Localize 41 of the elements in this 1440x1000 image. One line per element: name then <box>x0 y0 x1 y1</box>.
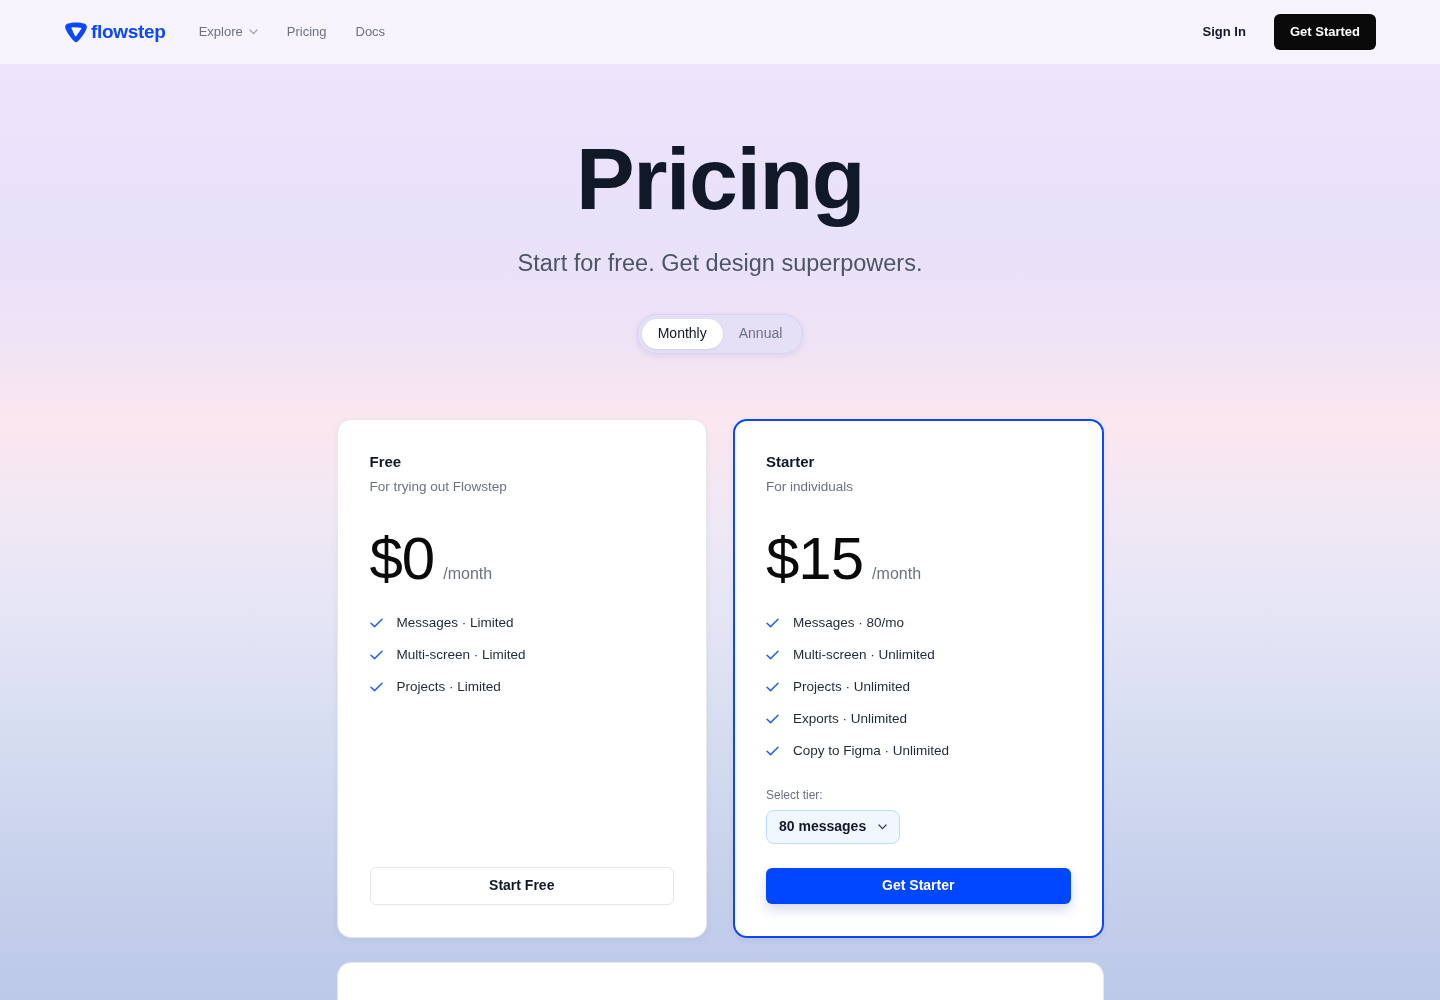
check-icon <box>766 649 779 660</box>
page-title: Pricing <box>576 128 864 230</box>
plan-description: For individuals <box>766 477 854 496</box>
price-period: /month <box>443 563 493 584</box>
check-icon <box>369 617 383 628</box>
logo-icon <box>65 21 87 43</box>
check-icon <box>766 713 779 724</box>
chevron-down-icon <box>248 29 258 35</box>
feature-text: Multi-screen · Unlimited <box>793 645 935 664</box>
page-subtitle: Start for free. Get design superpowers. <box>517 248 923 278</box>
feature-text: Messages · 80/mo <box>793 613 905 632</box>
check-icon <box>766 745 779 756</box>
chevron-down-icon <box>878 823 888 830</box>
sign-in-link[interactable]: Sign In <box>1202 22 1246 42</box>
plan-price: $15 <box>766 528 864 589</box>
nav-link[interactable]: Explore <box>198 22 258 42</box>
check-icon <box>766 617 779 628</box>
tier-label: Select tier: <box>766 786 823 804</box>
price-period: /month <box>872 563 922 584</box>
feature-text: Projects · Limited <box>396 677 501 696</box>
check-icon <box>766 681 779 692</box>
plan-name: Starter <box>766 451 815 472</box>
feature-text: Multi-screen · Limited <box>396 645 526 664</box>
primary-button[interactable]: Get Starter <box>766 867 1071 904</box>
feature-text: Copy to Figma · Unlimited <box>793 741 950 760</box>
plan-name: Free <box>369 451 402 472</box>
brand-logo[interactable]: flowstep <box>65 17 166 47</box>
outline-button[interactable]: Start Free <box>369 866 674 905</box>
feature-text: Messages · Limited <box>396 613 514 632</box>
check-icon <box>369 649 383 660</box>
nav-link[interactable]: Docs <box>355 22 386 42</box>
get-started-button[interactable]: Get Started <box>1273 14 1376 50</box>
plan-description: For trying out Flowstep <box>369 477 507 496</box>
billing-tab[interactable]: Monthly <box>641 318 723 349</box>
tier-select[interactable]: 80 messages <box>766 809 901 844</box>
feature-text: Exports · Unlimited <box>793 709 908 728</box>
feature-text: Projects · Unlimited <box>793 677 911 696</box>
check-icon <box>369 681 383 692</box>
nav-link[interactable]: Pricing <box>286 22 327 42</box>
billing-tab[interactable]: Annual <box>722 318 799 349</box>
plan-price: $0 <box>369 528 435 589</box>
